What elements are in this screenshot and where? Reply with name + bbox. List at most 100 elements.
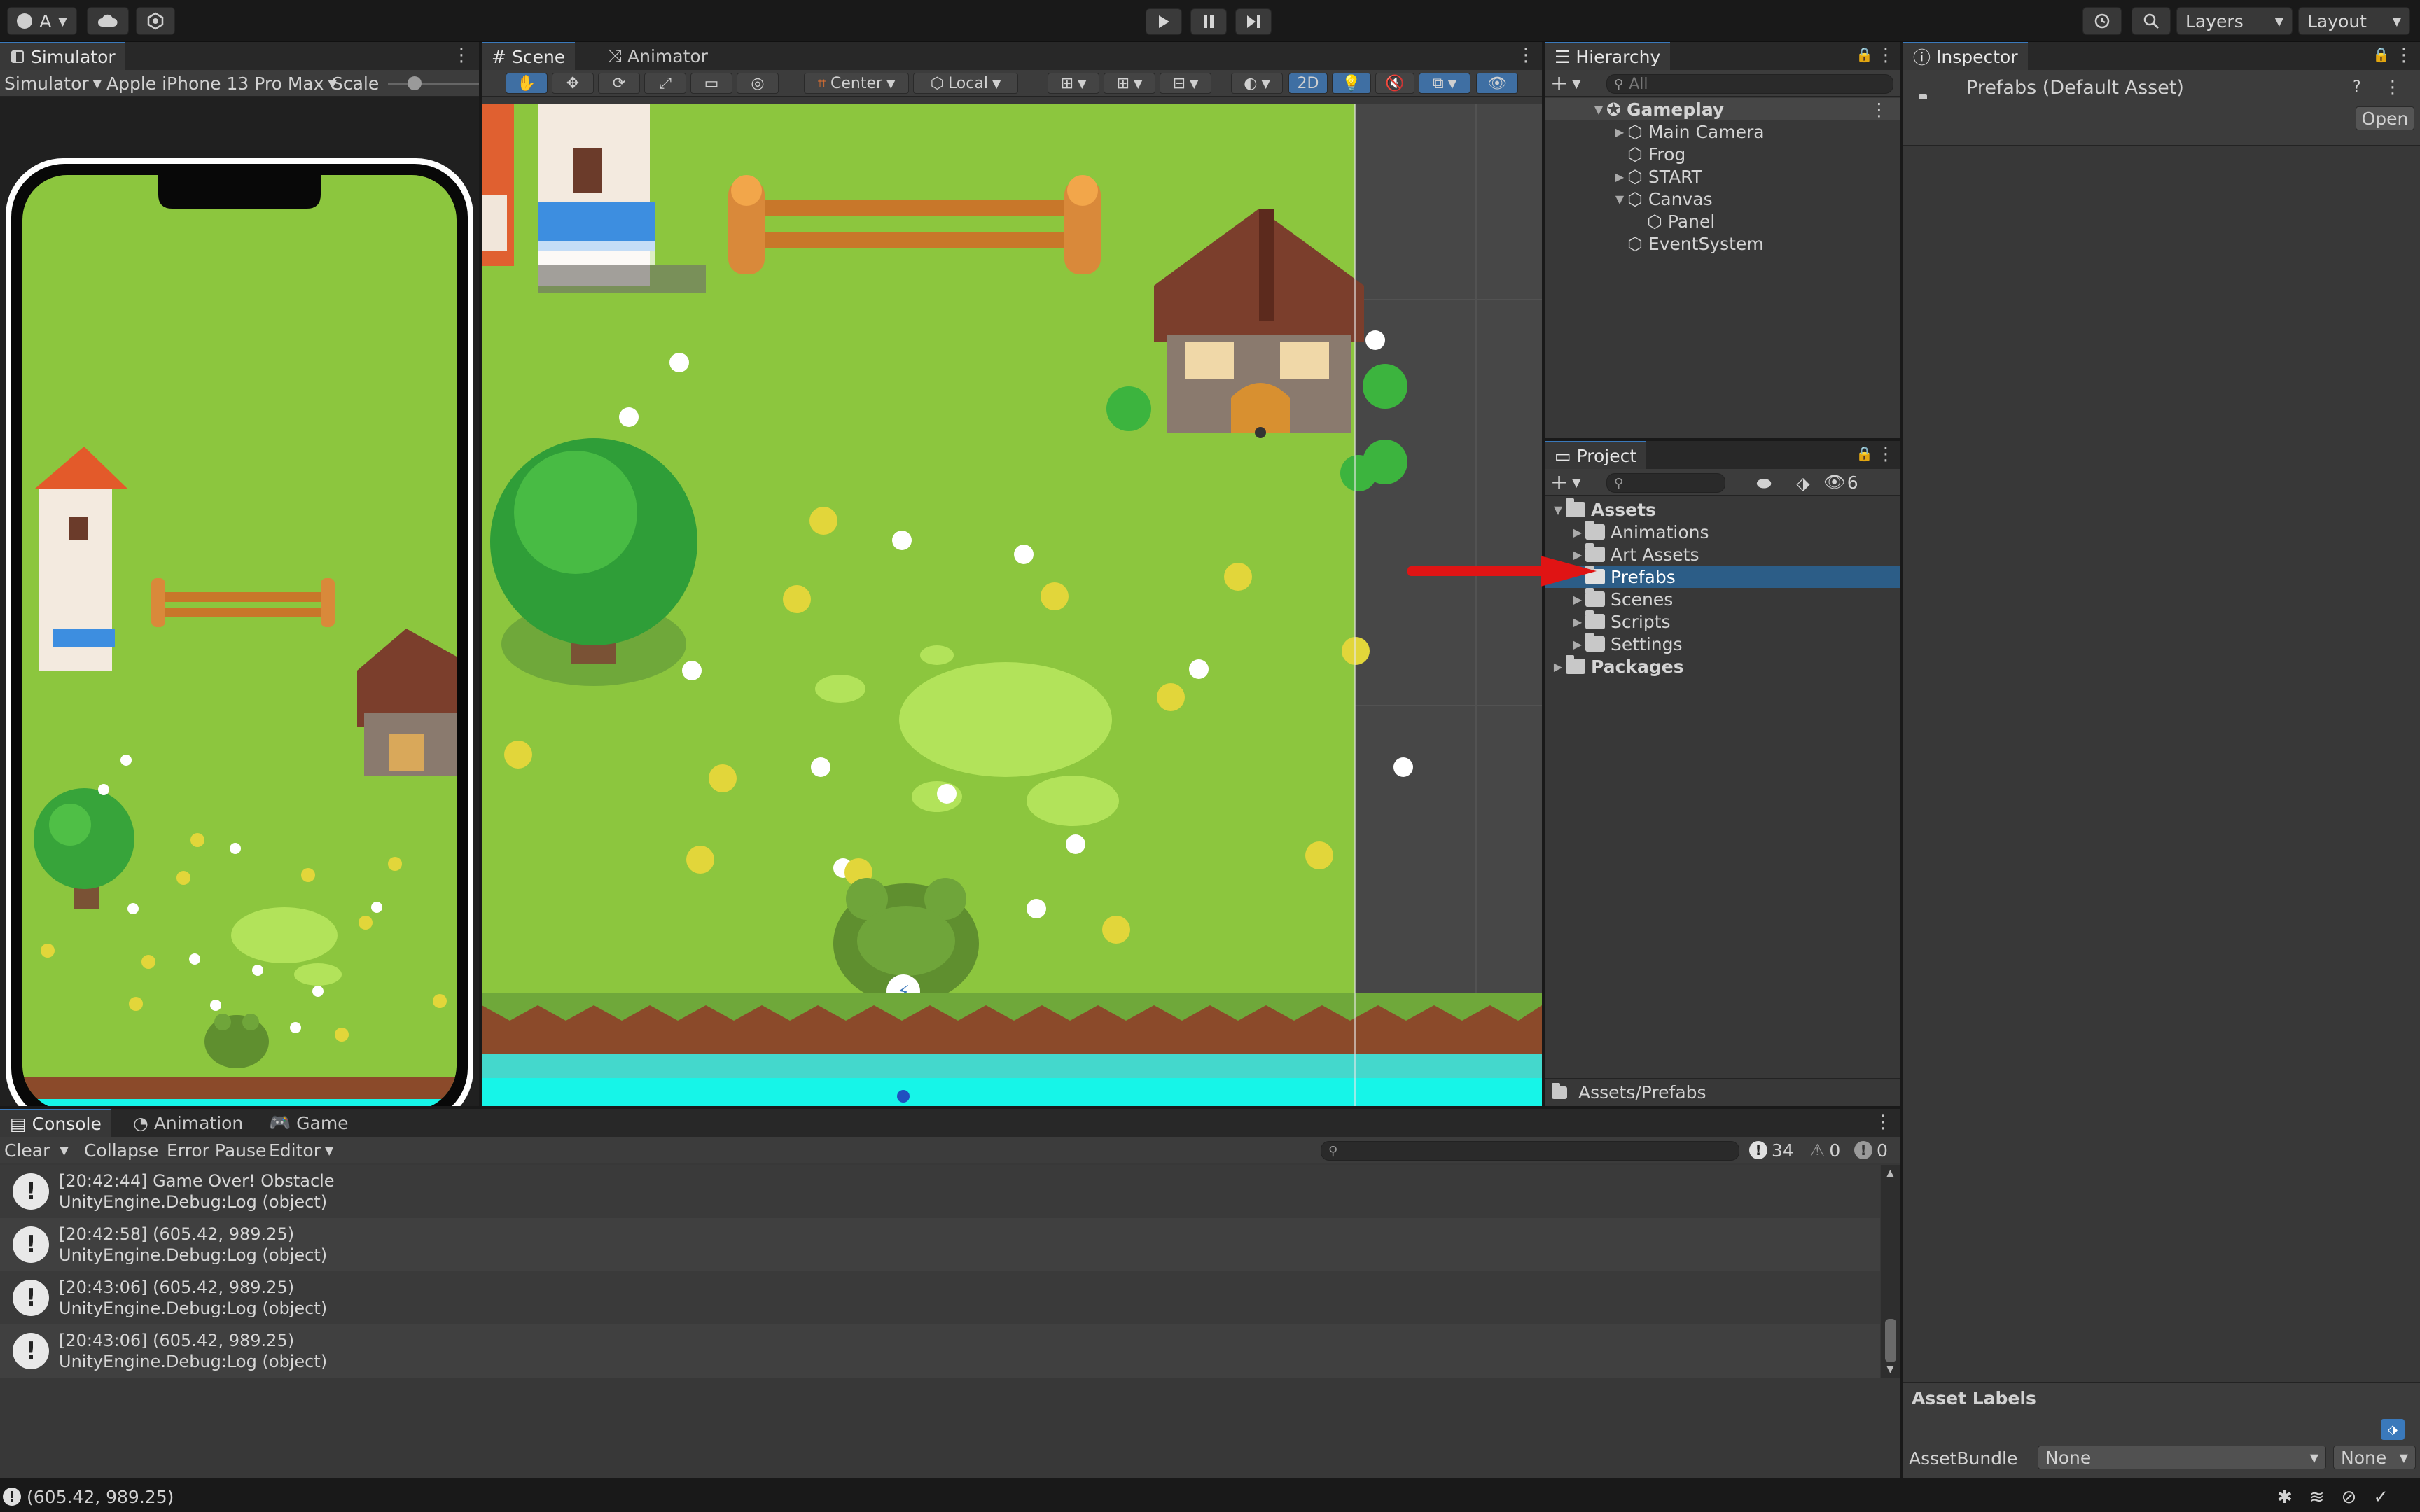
more-options-icon[interactable]: ⋮ [1877, 444, 1895, 465]
collab-button[interactable] [136, 7, 175, 35]
tab-simulator[interactable]: Simulator [0, 42, 125, 70]
scale-slider[interactable] [388, 83, 479, 85]
clear-button[interactable]: Clear ▼ [4, 1140, 69, 1161]
create-dropdown[interactable]: + ▼ [1550, 71, 1580, 96]
editor-dropdown[interactable]: Editor ▼ [269, 1140, 333, 1161]
cloud-button[interactable] [87, 7, 129, 35]
project-item-packages[interactable]: ▶ Packages [1550, 655, 1684, 678]
lock-icon[interactable]: 🔒 [2372, 46, 2390, 66]
console-search-input[interactable]: ⚲ [1321, 1141, 1739, 1161]
console-scrollbar[interactable]: ▲ ▼ [1881, 1165, 1900, 1378]
hierarchy-item-panel[interactable]: ⬡ Panel [1647, 210, 1715, 232]
scale-slider-handle[interactable] [408, 76, 422, 90]
error-pause-toggle[interactable]: Error Pause [167, 1140, 266, 1161]
more-options-icon[interactable]: ⋮ [2384, 77, 2403, 98]
project-item-scenes[interactable]: ▶ Scenes [1570, 588, 1673, 610]
project-item-assets[interactable]: ▼ Assets [1550, 498, 1656, 521]
open-button[interactable]: Open [2356, 106, 2414, 130]
draw-mode-button[interactable]: ◐ ▼ [1231, 73, 1283, 94]
tab-project[interactable]: ▭ Project [1545, 441, 1647, 469]
hierarchy-item-frog[interactable]: ⬡ Frog [1627, 143, 1685, 165]
label-tag-button[interactable]: ⬗ [2381, 1419, 2405, 1440]
check-circle-icon[interactable]: ✓ [2373, 1487, 2388, 1508]
asset-variant-dropdown[interactable]: None ▼ [2333, 1446, 2416, 1469]
log-entry[interactable]: ! [20:42:58] (605.42, 989.25) UnityEngin… [0, 1218, 1880, 1271]
create-asset-dropdown[interactable]: + ▼ [1550, 470, 1580, 495]
more-options-icon[interactable]: ⋮ [1874, 1112, 1892, 1133]
lighting-toggle[interactable]: 💡 [1332, 73, 1371, 94]
project-item-scripts[interactable]: ▶ Scripts [1570, 610, 1671, 633]
lock-icon[interactable]: 🔒 [1856, 445, 1873, 465]
history-button[interactable] [2082, 7, 2122, 35]
simulator-mode-dropdown[interactable]: Simulator ▼ [4, 73, 102, 94]
tab-animation[interactable]: ◔ Animation [123, 1109, 253, 1137]
play-button[interactable] [1146, 8, 1182, 35]
more-options-icon[interactable]: ⋮ [1870, 99, 1888, 120]
tab-scene[interactable]: # Scene [482, 42, 576, 70]
scroll-down-icon[interactable]: ▼ [1886, 1364, 1894, 1375]
log-entry[interactable]: ! [20:42:44] Game Over! Obstacle UnityEn… [0, 1165, 1880, 1218]
log-entry[interactable]: ! [20:43:06] (605.42, 989.25) UnityEngin… [0, 1324, 1880, 1378]
device-dropdown[interactable]: Apple iPhone 13 Pro Max ▼ [106, 73, 337, 94]
hand-tool-button[interactable]: ✋ [506, 73, 548, 94]
project-item-settings[interactable]: ▶ Settings [1570, 633, 1683, 655]
more-options-icon[interactable]: ⋮ [1517, 45, 1535, 66]
more-options-icon[interactable]: ⋮ [1877, 45, 1895, 66]
cache-icon[interactable]: ≋ [2309, 1487, 2325, 1508]
tab-scene-label: Scene [511, 46, 566, 67]
rect-tool-button[interactable]: ▭ [690, 73, 732, 94]
error-count-toggle[interactable]: ! 0 [1854, 1140, 1888, 1161]
layers-dropdown[interactable]: Layers ▼ [2176, 7, 2293, 35]
filter-label-button[interactable]: ⬗ [1793, 473, 1814, 493]
tab-console[interactable]: ▤ Console [0, 1109, 111, 1137]
log-entry[interactable]: ! [20:43:06] (605.42, 989.25) UnityEngin… [0, 1271, 1880, 1324]
hierarchy-item-eventsystem[interactable]: ⬡ EventSystem [1627, 232, 1764, 255]
warning-count-toggle[interactable]: ⚠ 0 [1809, 1140, 1840, 1161]
asset-bundle-dropdown[interactable]: None ▼ [2038, 1446, 2326, 1469]
status-bar[interactable]: ! (605.42, 989.25) ✱ ≋ ⊘ ✓ [0, 1481, 2420, 1512]
more-options-icon[interactable]: ⋮ [2395, 45, 2413, 66]
tab-animator[interactable]: ⤨ Animator [598, 42, 718, 70]
tab-game[interactable]: 🎮 Game [259, 1109, 359, 1137]
effects-toggle[interactable]: ⧉ ▼ [1419, 73, 1470, 94]
tab-hierarchy[interactable]: ☰ Hierarchy [1545, 42, 1671, 70]
filter-type-button[interactable]: ⬬ [1753, 473, 1774, 493]
scroll-up-icon[interactable]: ▲ [1886, 1168, 1894, 1179]
layout-dropdown[interactable]: Layout ▼ [2298, 7, 2410, 35]
project-item-animations[interactable]: ▶ Animations [1570, 521, 1709, 543]
project-item-prefabs[interactable]: Prefabs [1545, 566, 1900, 588]
step-button[interactable] [1235, 8, 1272, 35]
more-options-icon[interactable]: ⋮ [452, 45, 471, 66]
grid-snap-button[interactable]: ⊞ ▼ [1048, 73, 1099, 94]
scale-tool-button[interactable]: ⤢ [644, 73, 686, 94]
account-dropdown[interactable]: A ▼ [7, 7, 77, 35]
project-search-input[interactable]: ⚲ [1606, 473, 1725, 493]
log-count-toggle[interactable]: ! 34 [1749, 1140, 1794, 1161]
console-scrollbar-thumb[interactable] [1885, 1319, 1896, 1362]
scene-view[interactable]: ⚡ [482, 104, 1542, 1106]
hierarchy-search-input[interactable]: ⚲ All [1606, 74, 1893, 94]
bug-icon[interactable]: ✱ [2277, 1487, 2293, 1508]
space-dropdown[interactable]: ⬡ Local ▼ [913, 73, 1018, 94]
rotate-tool-button[interactable]: ⟳ [598, 73, 640, 94]
scene-visibility-toggle[interactable]: 👁 [1476, 73, 1518, 94]
search-button[interactable] [2132, 7, 2171, 35]
transform-tool-button[interactable]: ◎ [737, 73, 779, 94]
hierarchy-item-start[interactable]: ▶ ⬡ START [1612, 165, 1702, 188]
network-off-icon[interactable]: ⊘ [2342, 1487, 2357, 1508]
2d-toggle[interactable]: 2D [1288, 73, 1328, 94]
tab-inspector[interactable]: ⓘ Inspector [1903, 42, 2028, 70]
pivot-dropdown[interactable]: ⌗ Center ▼ [804, 73, 909, 94]
pause-button[interactable] [1190, 8, 1227, 35]
move-tool-button[interactable]: ✥ [552, 73, 594, 94]
audio-toggle[interactable]: 🔇 [1375, 73, 1414, 94]
hierarchy-item-main-camera[interactable]: ▶ ⬡ Main Camera [1612, 120, 1765, 143]
lock-icon[interactable]: 🔒 [1856, 46, 1873, 66]
grid-visibility-button[interactable]: ⊞ ▼ [1104, 73, 1155, 94]
increment-snap-button[interactable]: ⊟ ▼ [1160, 73, 1211, 94]
help-icon[interactable]: ? [2353, 78, 2372, 96]
hierarchy-item-canvas[interactable]: ▼ ⬡ Canvas [1612, 188, 1713, 210]
hidden-packages-button[interactable]: 👁 6 [1823, 472, 1858, 493]
hierarchy-item-gameplay[interactable]: ▼ ✪ Gameplay ⋮ [1545, 98, 1900, 120]
collapse-toggle[interactable]: Collapse [84, 1140, 158, 1161]
